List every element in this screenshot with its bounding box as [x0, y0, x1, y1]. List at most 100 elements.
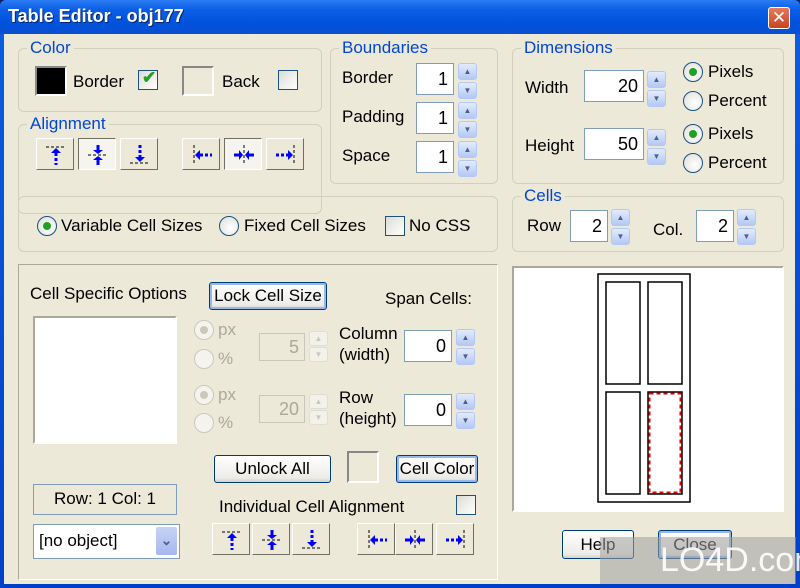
spin-up-icon[interactable]: ▲: [456, 393, 475, 410]
align-center-button[interactable]: [224, 138, 262, 170]
spin-up-icon[interactable]: ▲: [458, 102, 477, 119]
back-color-swatch[interactable]: [182, 66, 214, 96]
align-left-button[interactable]: [182, 138, 220, 170]
height-label: Height: [525, 136, 575, 155]
col-count-input[interactable]: 2: [696, 210, 734, 242]
span-column-label-2: (width): [339, 345, 391, 364]
cell-options-list[interactable]: [33, 316, 177, 444]
span-column-input[interactable]: 0: [404, 330, 452, 362]
table-editor-window: Table Editor - obj177 ✕ Color Border ✔ B…: [0, 0, 800, 588]
padding-spinner[interactable]: ▲ ▼: [458, 102, 477, 138]
object-select[interactable]: [no object] ⌄: [33, 524, 180, 559]
spin-down-icon[interactable]: ▼: [647, 90, 666, 107]
spin-down-icon[interactable]: ▼: [458, 160, 477, 177]
spin-down-icon[interactable]: ▼: [456, 348, 475, 365]
spin-down-icon[interactable]: ▼: [456, 412, 475, 429]
object-select-value: [no object]: [39, 531, 118, 550]
back-color-label: Back: [222, 72, 260, 91]
spin-up-icon[interactable]: ▲: [737, 209, 756, 226]
cell-align-right-button[interactable]: [436, 523, 474, 555]
table-preview[interactable]: [512, 266, 784, 512]
cell-width-px-label: px: [218, 320, 236, 339]
height-input[interactable]: 50: [584, 128, 644, 160]
spin-up-icon[interactable]: ▲: [611, 209, 630, 226]
width-spinner[interactable]: ▲ ▼: [647, 71, 666, 107]
watermark: LO4D.com: [600, 537, 800, 584]
spacing-input[interactable]: 1: [416, 141, 454, 173]
individual-cell-alignment-checkbox[interactable]: [456, 495, 476, 515]
boundaries-group: Boundaries Border 1 ▲ ▼ Padding 1 ▲ ▼ Spac…: [330, 39, 498, 184]
preview-cell[interactable]: [605, 281, 641, 385]
spin-up-icon[interactable]: ▲: [458, 141, 477, 158]
align-top-button[interactable]: [36, 138, 74, 170]
cell-align-middle-button[interactable]: [252, 523, 290, 555]
spin-down-icon[interactable]: ▼: [737, 228, 756, 245]
cell-align-top-button[interactable]: [212, 523, 250, 555]
padding-label: Padding: [342, 107, 405, 126]
spacing-spinner[interactable]: ▲ ▼: [458, 141, 477, 177]
cell-align-left-button[interactable]: [357, 523, 395, 555]
preview-cell[interactable]: [647, 391, 683, 495]
align-top-icon: [222, 531, 242, 550]
align-right-button[interactable]: [266, 138, 304, 170]
width-percent-label: Percent: [708, 91, 767, 110]
align-bottom-button[interactable]: [120, 138, 158, 170]
spin-down-icon[interactable]: ▼: [458, 82, 477, 99]
no-css-checkbox[interactable]: [385, 216, 405, 236]
align-middle-button[interactable]: [78, 138, 116, 170]
chevron-down-icon[interactable]: ⌄: [156, 527, 177, 555]
span-cells-label: Span Cells:: [385, 289, 472, 308]
row-count-input[interactable]: 2: [570, 210, 608, 242]
title-bar[interactable]: Table Editor - obj177 ✕: [0, 0, 800, 34]
border-color-checkbox[interactable]: ✔: [138, 68, 158, 90]
cell-height-pct-label: %: [218, 413, 234, 432]
border-width-spinner[interactable]: ▲ ▼: [458, 63, 477, 99]
width-pixels-radio[interactable]: [683, 62, 703, 82]
fixed-cell-sizes-label: Fixed Cell Sizes: [244, 216, 366, 235]
span-column-spinner[interactable]: ▲ ▼: [456, 329, 475, 365]
boundaries-legend: Boundaries: [339, 39, 432, 57]
fixed-cell-sizes-radio[interactable]: [219, 216, 239, 236]
cell-width-input: 5: [259, 333, 305, 361]
spin-up-icon[interactable]: ▲: [458, 63, 477, 80]
back-color-checkbox[interactable]: [278, 70, 298, 90]
width-percent-radio[interactable]: [683, 91, 703, 111]
col-count-label: Col.: [653, 220, 684, 239]
unlock-all-button[interactable]: Unlock All: [214, 455, 331, 483]
cell-align-bottom-button[interactable]: [292, 523, 330, 555]
preview-cell[interactable]: [605, 391, 641, 495]
preview-cell[interactable]: [647, 281, 683, 385]
cell-color-button[interactable]: Cell Color: [396, 455, 478, 483]
lock-cell-size-button[interactable]: Lock Cell Size: [209, 282, 327, 310]
cell-color-swatch[interactable]: [347, 451, 379, 483]
align-right-icon: [446, 530, 465, 550]
close-window-button[interactable]: ✕: [768, 7, 790, 29]
padding-input[interactable]: 1: [416, 102, 454, 134]
border-color-swatch[interactable]: [35, 66, 67, 96]
border-width-input[interactable]: 1: [416, 63, 454, 95]
span-row-label-2: (height): [339, 409, 397, 428]
width-input[interactable]: 20: [584, 70, 644, 102]
variable-cell-sizes-radio[interactable]: [37, 216, 57, 236]
spin-up-icon[interactable]: ▲: [647, 71, 666, 88]
span-row-spinner[interactable]: ▲ ▼: [456, 393, 475, 429]
preview-table-outline: [597, 273, 691, 503]
spin-up-icon[interactable]: ▲: [456, 329, 475, 346]
height-spinner[interactable]: ▲ ▼: [647, 129, 666, 165]
height-pixels-radio[interactable]: [683, 124, 703, 144]
height-percent-radio[interactable]: [683, 153, 703, 173]
spin-down-icon[interactable]: ▼: [611, 228, 630, 245]
row-count-spinner[interactable]: ▲ ▼: [611, 209, 630, 245]
span-row-input[interactable]: 0: [404, 394, 452, 426]
spin-up-icon[interactable]: ▲: [647, 129, 666, 146]
color-group: Color Border ✔ Back: [18, 39, 322, 112]
spin-down-icon[interactable]: ▼: [647, 148, 666, 165]
border-width-label: Border: [342, 68, 394, 87]
span-column-label-1: Column: [339, 324, 398, 343]
align-right-icon: [276, 145, 295, 165]
dimensions-legend: Dimensions: [521, 39, 616, 57]
spin-down-icon[interactable]: ▼: [458, 121, 477, 138]
cell-align-center-button[interactable]: [395, 523, 433, 555]
alignment-legend: Alignment: [27, 115, 109, 133]
col-count-spinner[interactable]: ▲ ▼: [737, 209, 756, 245]
